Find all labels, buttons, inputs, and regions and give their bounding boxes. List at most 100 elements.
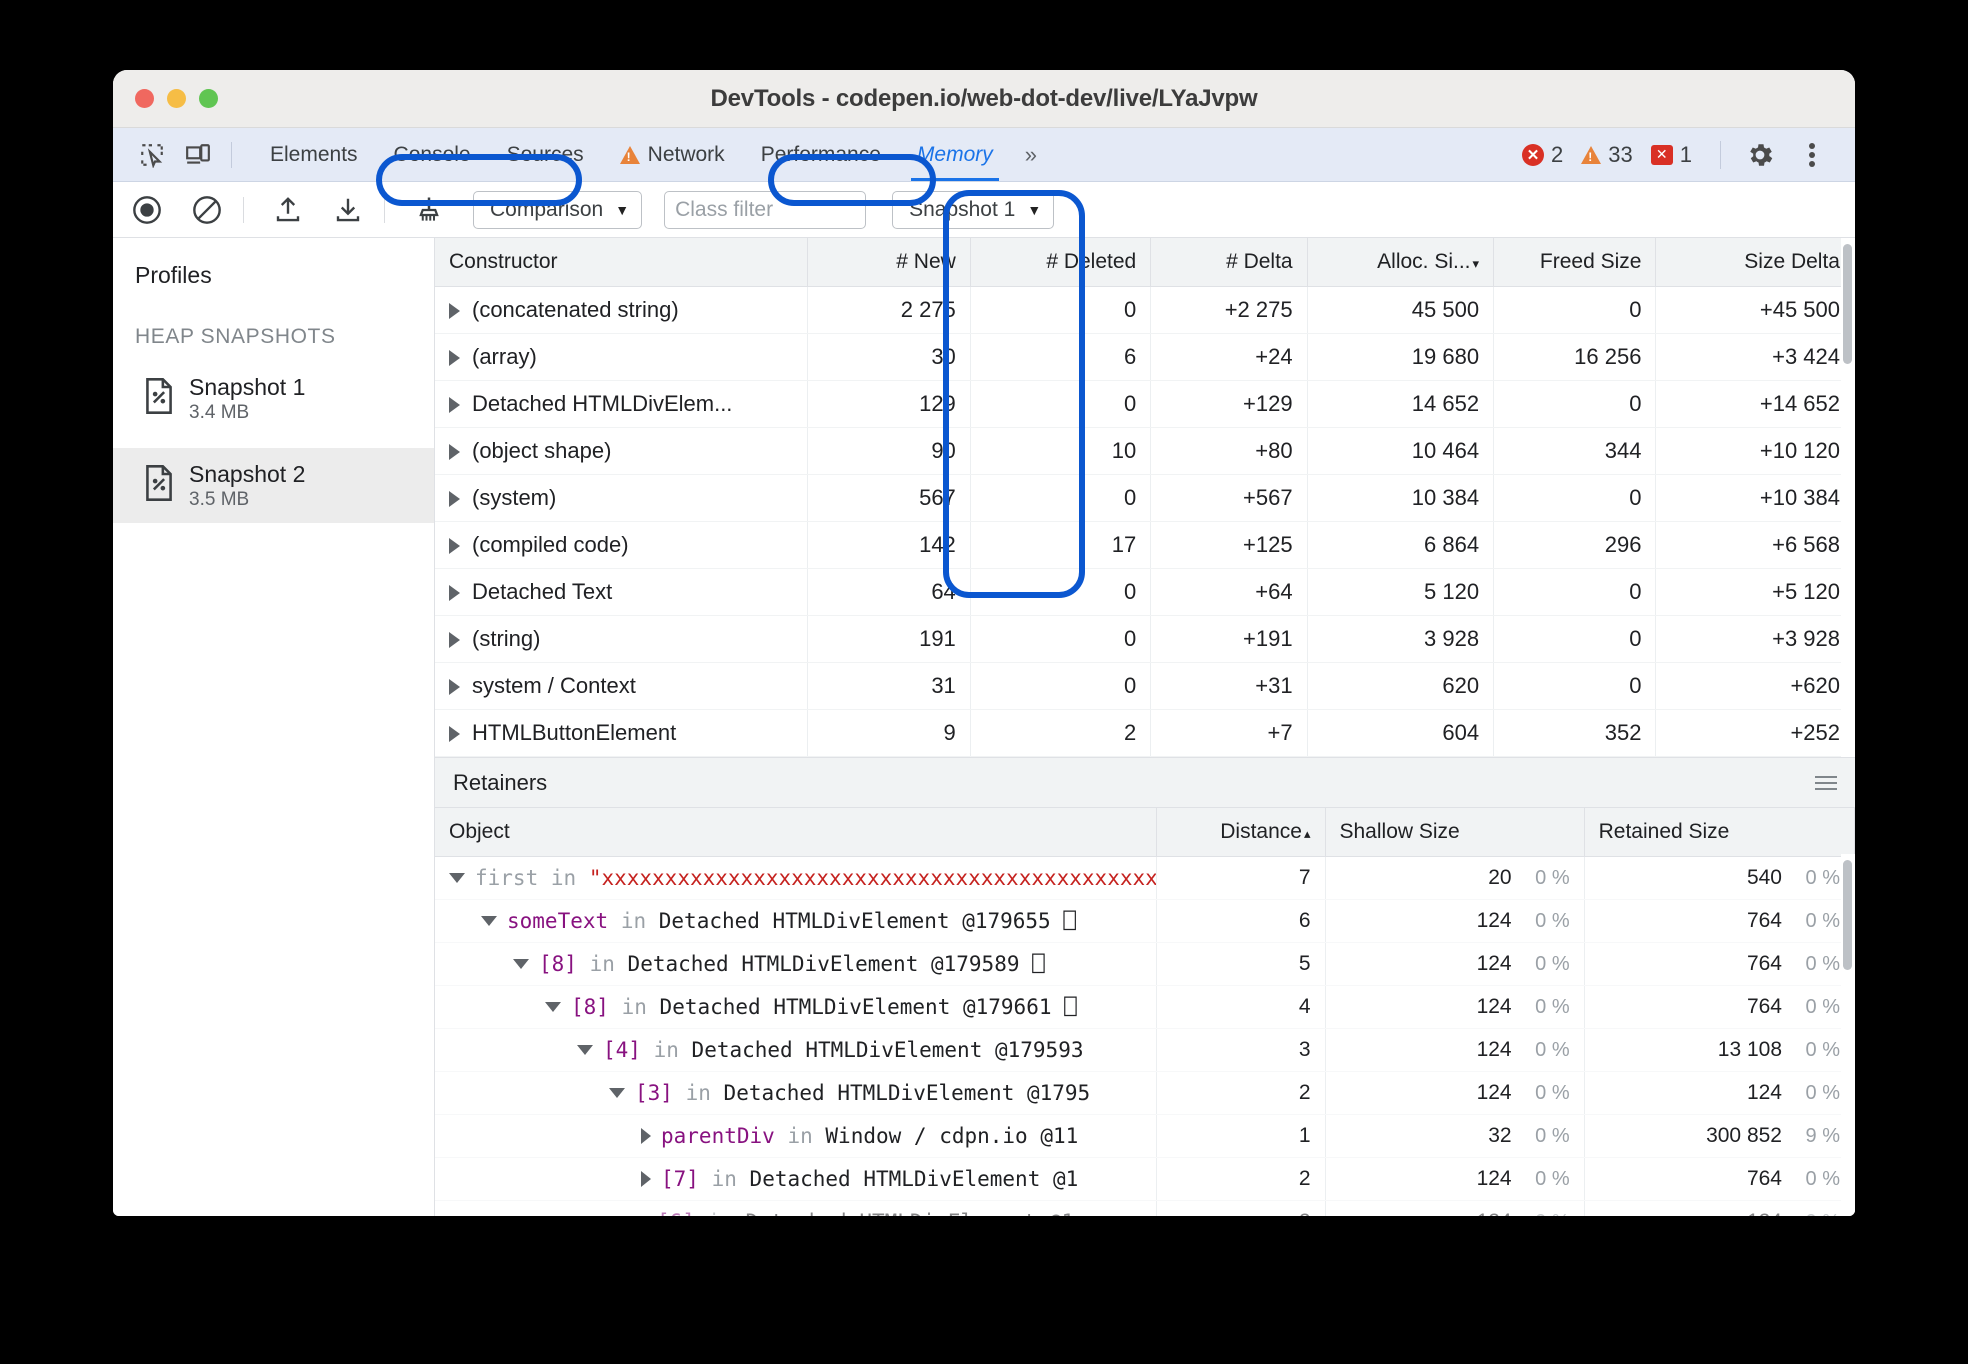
column-header-new[interactable]: # New — [807, 238, 971, 287]
device-toolbar-icon[interactable] — [175, 136, 221, 174]
tab-memory[interactable]: Memory — [899, 128, 1011, 181]
cell-delta: +129 — [1150, 380, 1308, 428]
gear-icon[interactable] — [1737, 136, 1783, 174]
retainer-property: [8] — [571, 995, 609, 1019]
column-header-distance[interactable]: Distance ▴ — [1156, 808, 1326, 857]
collapse-triangle-icon[interactable] — [513, 959, 529, 969]
cell-alloc-size: 5 120 — [1307, 568, 1495, 616]
column-header-freed-size[interactable]: Freed Size — [1493, 238, 1657, 287]
scrollbar-thumb[interactable] — [1843, 860, 1852, 970]
column-header-delta[interactable]: # Delta — [1150, 238, 1308, 287]
table-row[interactable]: [6] in Detached HTMLDivElement @1 2 1240… — [435, 1200, 1855, 1216]
column-header-constructor[interactable]: Constructor — [435, 238, 809, 287]
view-mode-select[interactable]: Comparison ▼ — [473, 190, 643, 229]
cell-freed-size: 16 256 — [1493, 333, 1657, 381]
table-row[interactable]: (compiled code) 142 17 +125 6 864 296 +6 568 — [435, 521, 1855, 569]
expand-triangle-icon[interactable] — [449, 632, 460, 649]
cell-delta: +567 — [1150, 474, 1308, 522]
expand-triangle-icon[interactable] — [449, 397, 460, 414]
collapse-triangle-icon[interactable] — [449, 873, 465, 883]
cell-constructor: (system) — [472, 485, 557, 510]
collapse-triangle-icon[interactable] — [609, 1088, 625, 1098]
no-entry-icon[interactable] — [181, 190, 233, 230]
kebab-menu-icon[interactable] — [1789, 136, 1835, 174]
expand-triangle-icon[interactable] — [449, 444, 460, 461]
cell-retained-size: 540 — [1746, 866, 1782, 889]
column-header-size-delta[interactable]: Size Delta — [1655, 238, 1855, 287]
retainer-in: in — [711, 1167, 737, 1191]
table-row[interactable]: [3] in Detached HTMLDivElement @1795 2 1… — [435, 1071, 1855, 1115]
expand-triangle-icon[interactable] — [449, 538, 460, 555]
class-filter-input[interactable] — [664, 190, 867, 229]
expand-triangle-icon[interactable] — [641, 1128, 651, 1144]
cell-new: 9 — [807, 709, 971, 757]
expand-triangle-icon[interactable] — [449, 585, 460, 602]
baseline-snapshot-select[interactable]: Snapshot 1 ▼ — [892, 190, 1055, 229]
column-header-deleted[interactable]: # Deleted — [970, 238, 1152, 287]
cell-distance: 3 — [1156, 1028, 1326, 1072]
expand-triangle-icon[interactable] — [641, 1171, 651, 1187]
collapse-triangle-icon[interactable] — [481, 916, 497, 926]
column-header-alloc-size[interactable]: Alloc. Si... ▾ — [1307, 238, 1495, 287]
constructors-scrollbar[interactable] — [1841, 238, 1855, 757]
expand-triangle-icon[interactable] — [449, 679, 460, 696]
devtools-window: DevTools - codepen.io/web-dot-dev/live/L… — [113, 70, 1855, 1216]
record-icon[interactable] — [121, 190, 173, 230]
table-row[interactable]: (string) 191 0 +191 3 928 0 +3 928 — [435, 615, 1855, 663]
column-header-object[interactable]: Object — [435, 808, 1157, 857]
tab-network[interactable]: Network — [602, 128, 743, 181]
tab-sources[interactable]: Sources — [489, 128, 602, 181]
collapse-triangle-icon[interactable] — [577, 1045, 593, 1055]
upload-icon[interactable] — [262, 190, 314, 230]
issue-count[interactable]: ✕ 1 — [1650, 142, 1692, 168]
table-row[interactable]: someText in Detached HTMLDivElement @179… — [435, 899, 1855, 943]
retainer-in: in — [620, 909, 647, 933]
download-icon[interactable] — [322, 190, 374, 230]
warning-count[interactable]: 33 — [1581, 142, 1633, 168]
cell-freed-size: 296 — [1493, 521, 1657, 569]
table-row[interactable]: [4] in Detached HTMLDivElement @179593 3… — [435, 1028, 1855, 1072]
inspect-element-icon[interactable] — [129, 136, 175, 174]
expand-triangle-icon[interactable] — [449, 491, 460, 508]
tab-elements[interactable]: Elements — [252, 128, 376, 181]
tab-performance[interactable]: Performance — [743, 128, 899, 181]
error-count[interactable]: ✕ 2 — [1522, 142, 1563, 168]
retainer-target: Detached HTMLDivElement @1795 — [723, 1081, 1091, 1105]
memory-toolbar: Comparison ▼ Snapshot 1 ▼ — [113, 182, 1855, 238]
tab-console[interactable]: Console — [376, 128, 489, 181]
retainers-scrollbar[interactable] — [1841, 854, 1855, 1216]
column-header-shallow-size[interactable]: Shallow Size — [1325, 808, 1585, 857]
table-row[interactable]: (object shape) 90 10 +80 10 464 344 +10 120 — [435, 427, 1855, 475]
expand-triangle-icon[interactable] — [449, 726, 460, 743]
collapse-triangle-icon[interactable] — [545, 1002, 561, 1012]
table-row[interactable]: [8] in Detached HTMLDivElement @179661 ⎕… — [435, 985, 1855, 1029]
table-row[interactable]: parentDiv in Window / cdpn.io @11 1 32 0 … — [435, 1114, 1855, 1158]
hamburger-icon[interactable] — [1815, 775, 1837, 790]
table-row[interactable]: first in "xxxxxxxxxxxxxxxxxxxxxxxxxxxxxx… — [435, 856, 1855, 900]
retainer-target: Detached HTMLDivElement @179593 — [691, 1038, 1084, 1062]
cell-retained-pct: 0 % — [1805, 953, 1840, 975]
cell-new: 567 — [807, 474, 971, 522]
cell-alloc-size: 6 864 — [1307, 521, 1495, 569]
table-row[interactable]: [8] in Detached HTMLDivElement @179589 ⎕… — [435, 942, 1855, 986]
baseline-snapshot-value: Snapshot 1 — [909, 197, 1016, 221]
table-row[interactable]: HTMLButtonElement 9 2 +7 604 352 +252 — [435, 709, 1855, 757]
expand-triangle-icon[interactable] — [449, 350, 460, 367]
window-title: DevTools - codepen.io/web-dot-dev/live/L… — [710, 84, 1258, 112]
sidebar-item-snapshot-2[interactable]: Snapshot 2 3.5 MB — [113, 447, 434, 523]
table-row[interactable]: system / Context 31 0 +31 620 0 +620 — [435, 662, 1855, 710]
table-row[interactable]: Detached HTMLDivElem... 129 0 +129 14 652 0 +1… — [435, 380, 1855, 428]
table-row[interactable]: (concatenated string) 2 275 0 +2 275 45 500 0… — [435, 286, 1855, 334]
more-tabs-icon[interactable]: » — [1011, 142, 1048, 168]
column-header-retained-size[interactable]: Retained Size — [1584, 808, 1855, 857]
sidebar-item-snapshot-1[interactable]: Snapshot 1 3.4 MB — [113, 361, 434, 436]
table-row[interactable]: [7] in Detached HTMLDivElement @1 2 124 0… — [435, 1157, 1855, 1201]
table-row[interactable]: (system) 567 0 +567 10 384 0 +10 384 — [435, 474, 1855, 522]
broom-icon[interactable] — [403, 190, 455, 230]
cell-deleted: 0 — [970, 380, 1152, 428]
expand-triangle-icon[interactable] — [449, 303, 460, 320]
table-row[interactable]: Detached Text 64 0 +64 5 120 0 +5 120 — [435, 568, 1855, 616]
scrollbar-thumb[interactable] — [1843, 244, 1852, 364]
table-row[interactable]: (array) 30 6 +24 19 680 16 256 +3 424 — [435, 333, 1855, 381]
cell-retained-pct: 0 % — [1805, 867, 1840, 889]
